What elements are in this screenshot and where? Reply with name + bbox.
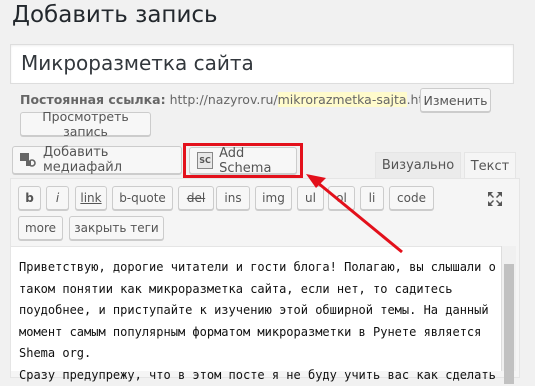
editor-line: Сразу предупрежу, что в этом посте я не … [19,365,501,386]
annotation-arrow [0,0,535,365]
